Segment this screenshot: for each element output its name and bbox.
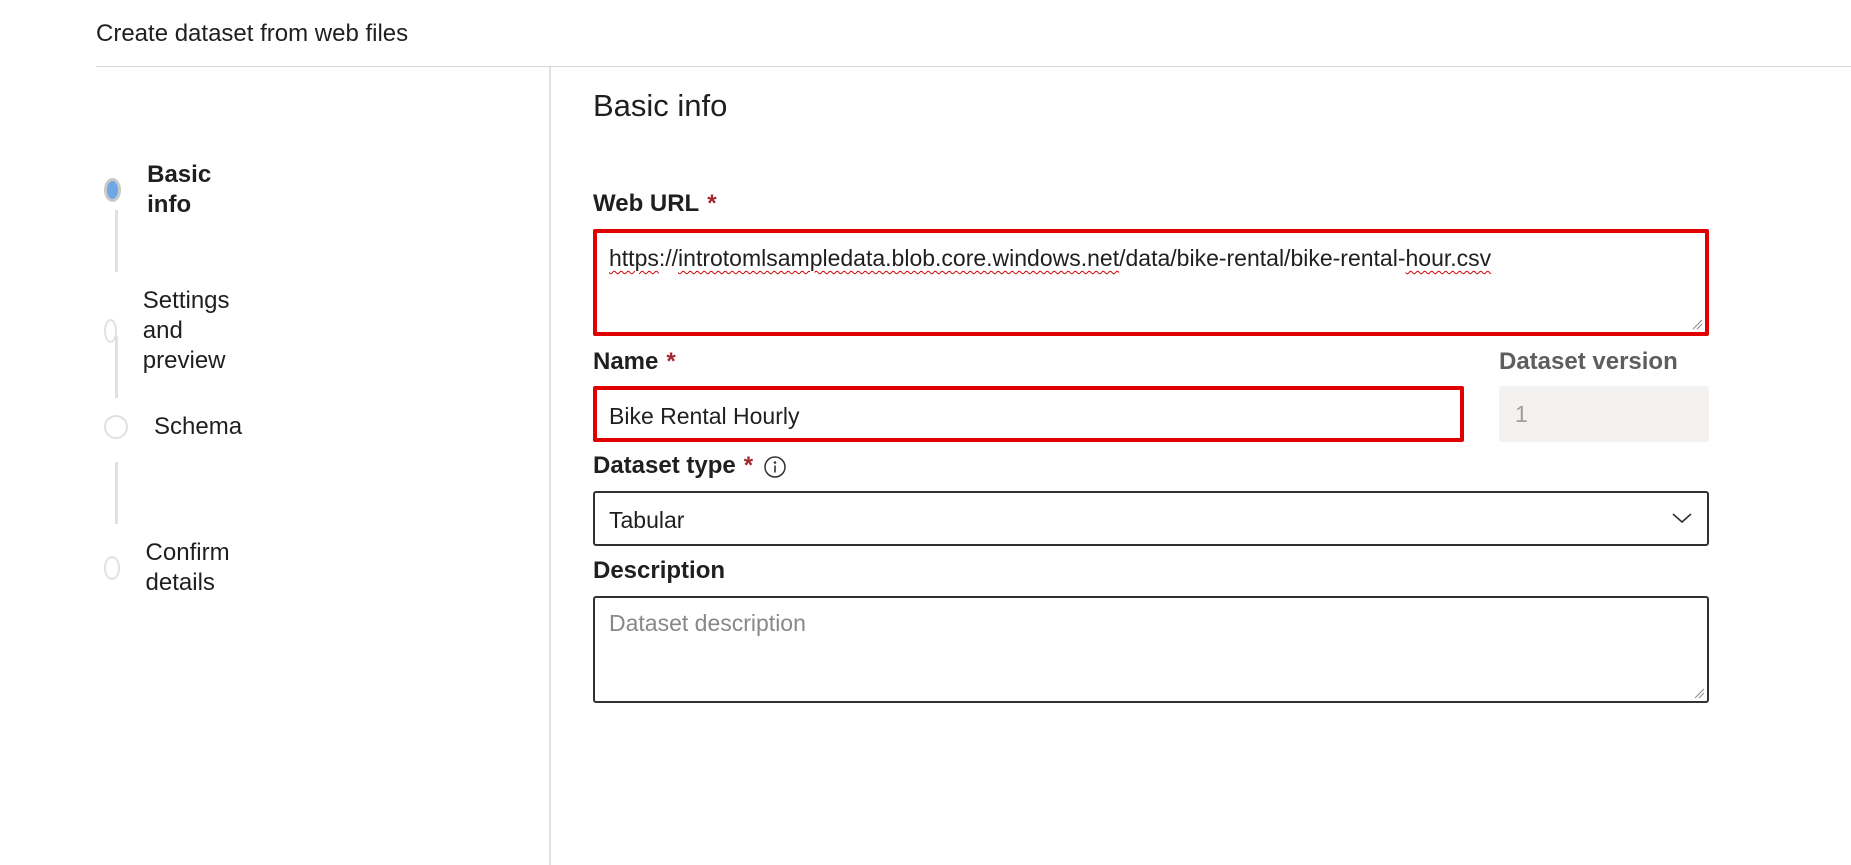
step-indicator <box>104 415 128 439</box>
url-part: :// <box>658 245 679 271</box>
dataset-type-dropdown[interactable]: Tabular <box>593 491 1709 546</box>
dataset-type-label-text: Dataset type <box>593 452 736 479</box>
web-url-label-text: Web URL <box>593 190 700 217</box>
step-connector <box>115 462 118 524</box>
page-title: Create dataset from web files <box>96 20 409 47</box>
url-part: https <box>609 245 659 271</box>
web-url-value: https://introtomlsampledata.blob.core.wi… <box>609 243 1491 273</box>
name-input[interactable]: Bike Rental Hourly <box>593 386 1464 442</box>
step-label: Schema <box>154 413 243 440</box>
step-connector <box>115 336 118 398</box>
step-confirm-details[interactable]: Confirm details <box>104 538 238 598</box>
url-part: hour.csv <box>1405 245 1492 271</box>
required-mark: * <box>666 348 676 375</box>
description-input[interactable]: Dataset description <box>593 596 1709 703</box>
step-indicator <box>104 556 120 580</box>
step-schema[interactable]: Schema <box>104 412 242 442</box>
step-basic-info[interactable]: Basic info <box>104 160 218 220</box>
step-label: Settings and preview <box>142 287 230 374</box>
chevron-down-icon[interactable] <box>1671 509 1693 527</box>
name-label: Name * <box>593 347 676 377</box>
header-divider <box>96 66 1851 67</box>
dataset-version-value: 1 <box>1515 401 1528 427</box>
description-label: Description <box>593 557 726 584</box>
step-label: Confirm details <box>145 539 230 596</box>
section-title: Basic info <box>593 88 728 123</box>
web-url-input[interactable]: https://introtomlsampledata.blob.core.wi… <box>593 229 1709 336</box>
name-value: Bike Rental Hourly <box>609 403 800 429</box>
dataset-version-field: 1 <box>1499 386 1709 442</box>
panel-divider <box>549 67 551 865</box>
url-part: /data/bike-rental/bike-rental- <box>1119 245 1406 271</box>
required-mark: * <box>707 190 717 217</box>
step-settings-and-preview[interactable]: Settings and preview <box>104 286 241 376</box>
description-placeholder: Dataset description <box>609 610 806 636</box>
web-url-label: Web URL * <box>593 189 717 219</box>
name-label-text: Name <box>593 348 659 375</box>
step-indicator-active <box>104 178 122 202</box>
info-icon[interactable] <box>763 455 787 479</box>
dataset-type-label: Dataset type * <box>593 451 787 481</box>
resize-grip-icon[interactable] <box>1693 687 1705 699</box>
dataset-version-label: Dataset version <box>1499 348 1678 375</box>
required-mark: * <box>743 452 754 479</box>
url-part: introtomlsampledata.blob.core.windows.ne… <box>678 245 1120 271</box>
dataset-type-value: Tabular <box>609 507 685 533</box>
resize-grip-icon[interactable] <box>1691 318 1703 330</box>
step-connector <box>115 210 118 272</box>
step-label: Basic info <box>147 161 212 218</box>
